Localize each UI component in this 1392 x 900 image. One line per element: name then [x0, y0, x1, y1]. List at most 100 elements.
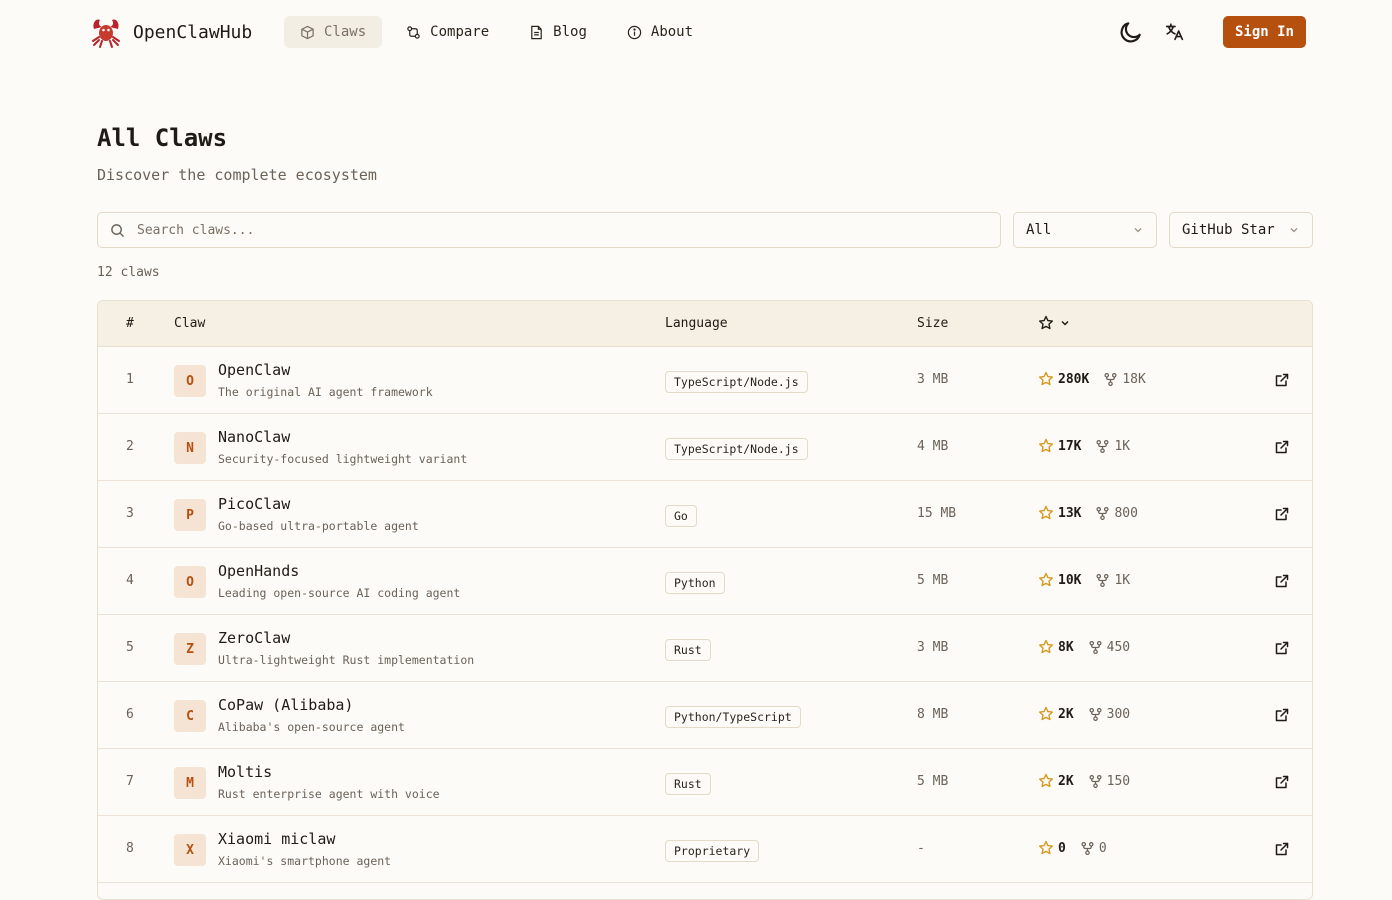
star-icon	[1039, 505, 1053, 520]
external-link-icon[interactable]	[1274, 707, 1290, 723]
claw-name[interactable]: OpenClaw	[218, 361, 290, 379]
col-size: Size	[917, 316, 949, 331]
table-header: # Claw Language Size	[98, 301, 1312, 347]
chevron-down-icon	[1134, 228, 1142, 233]
fork-icon	[1089, 774, 1102, 788]
claw-description: Security-focused lightweight variant	[218, 452, 468, 466]
claw-avatar: X	[174, 834, 206, 866]
moon-icon[interactable]	[1118, 19, 1144, 45]
row-number: 2	[126, 439, 134, 454]
claw-size: 4 MB	[917, 439, 949, 454]
nav-claws-label: Claws	[324, 24, 367, 40]
row-number: 6	[126, 707, 134, 722]
fork-icon	[1096, 439, 1110, 453]
claw-description: Rust enterprise agent with voice	[218, 787, 440, 801]
external-link-icon[interactable]	[1274, 506, 1290, 522]
language-badge: TypeScript/Node.js	[665, 438, 808, 460]
external-link-icon[interactable]	[1274, 439, 1290, 455]
external-link-icon[interactable]	[1274, 573, 1290, 589]
nav-about[interactable]: About	[611, 16, 709, 48]
star-icon	[1039, 371, 1053, 386]
fork-count: 0	[1098, 840, 1107, 856]
translate-icon[interactable]	[1164, 21, 1186, 43]
fork-icon	[1096, 573, 1110, 587]
star-count: 0	[1058, 840, 1066, 856]
language-badge: TypeScript/Node.js	[665, 371, 808, 393]
language-badge: Go	[665, 505, 697, 527]
star-count: 17K	[1058, 438, 1082, 454]
category-select-value: All	[1026, 222, 1052, 238]
table-row[interactable]: 7 M Moltis Rust enterprise agent with vo…	[98, 749, 1312, 816]
table-row[interactable]: 8 X Xiaomi miclaw Xiaomi's smartphone ag…	[98, 816, 1312, 883]
table-row[interactable]: 5 Z ZeroClaw Ultra-lightweight Rust impl…	[98, 615, 1312, 682]
claw-name[interactable]: Xiaomi miclaw	[218, 830, 335, 848]
sign-in-button[interactable]: Sign In	[1223, 16, 1306, 48]
chevron-down-icon	[1061, 320, 1069, 326]
brand-name: OpenClawHub	[133, 21, 253, 43]
claw-name[interactable]: OpenHands	[218, 562, 299, 580]
star-count: 2K	[1058, 773, 1074, 789]
fork-icon	[1089, 640, 1102, 654]
col-stars-sort[interactable]	[1038, 315, 1071, 331]
table-row[interactable]: 3 P PicoClaw Go-based ultra-portable age…	[98, 481, 1312, 548]
repo-stats: 8K 450	[1038, 639, 1130, 655]
claw-name[interactable]: NanoClaw	[218, 428, 290, 446]
fork-icon	[1089, 707, 1102, 721]
claw-description: Ultra-lightweight Rust implementation	[218, 653, 475, 667]
category-select[interactable]: All	[1013, 212, 1157, 248]
claw-avatar: M	[174, 767, 206, 799]
repo-stats: 2K 150	[1038, 773, 1130, 789]
table-row[interactable]: 6 C CoPaw (Alibaba) Alibaba's open-sourc…	[98, 682, 1312, 749]
claw-size: -	[917, 841, 925, 856]
fork-count: 800	[1114, 505, 1138, 521]
nav-claws[interactable]: Claws	[284, 16, 383, 48]
external-link-icon[interactable]	[1274, 640, 1290, 656]
claw-name[interactable]: PicoClaw	[218, 495, 290, 513]
external-link-icon[interactable]	[1274, 774, 1290, 790]
result-count: 12 claws	[97, 265, 160, 280]
table-row[interactable]: 4 O OpenHands Leading open-source AI cod…	[98, 548, 1312, 615]
fork-count: 1K	[1114, 438, 1131, 454]
star-icon	[1039, 773, 1053, 788]
col-language: Language	[665, 316, 728, 331]
search-input[interactable]	[135, 221, 985, 239]
star-count: 2K	[1058, 706, 1074, 722]
external-link-icon[interactable]	[1274, 841, 1290, 857]
main-nav: Claws Compare Blog About	[284, 16, 717, 48]
row-number: 3	[126, 506, 134, 521]
repo-stats: 280K 18K	[1038, 371, 1146, 387]
nav-blog[interactable]: Blog	[513, 16, 603, 48]
fork-count: 450	[1106, 639, 1131, 655]
repo-stats: 17K 1K	[1038, 438, 1130, 454]
box-icon	[301, 25, 314, 39]
nav-compare-label: Compare	[430, 24, 490, 40]
fork-count: 18K	[1122, 371, 1146, 387]
language-badge: Python	[665, 572, 725, 594]
claw-name[interactable]: CoPaw (Alibaba)	[218, 696, 353, 714]
table-row[interactable]: 1 O OpenClaw The original AI agent frame…	[98, 347, 1312, 414]
star-count: 13K	[1058, 505, 1082, 521]
fork-count: 1K	[1114, 572, 1131, 588]
claw-name[interactable]: ZeroClaw	[218, 629, 290, 647]
claw-description: Go-based ultra-portable agent	[218, 519, 419, 533]
repo-stats: 13K 800	[1038, 505, 1138, 521]
claw-name[interactable]: Moltis	[218, 763, 272, 781]
fork-icon	[1104, 372, 1117, 386]
sort-select[interactable]: GitHub Star	[1169, 212, 1313, 248]
repo-stats: 0 0	[1038, 840, 1107, 856]
claw-avatar: O	[174, 566, 206, 598]
table-row[interactable]: 2 N NanoClaw Security-focused lightweigh…	[98, 414, 1312, 481]
top-header: OpenClawHub Claws Compare Blog About Sig…	[0, 0, 1392, 64]
claw-avatar: C	[174, 700, 206, 732]
col-claw: Claw	[174, 316, 206, 331]
claw-size: 15 MB	[917, 506, 957, 521]
row-number: 1	[126, 372, 134, 387]
search-box[interactable]	[97, 212, 1001, 248]
claw-description: Xiaomi's smartphone agent	[218, 854, 392, 868]
brand-logo[interactable]: OpenClawHub	[89, 15, 252, 49]
external-link-icon[interactable]	[1274, 372, 1290, 388]
nav-compare[interactable]: Compare	[390, 16, 505, 48]
claw-description: Leading open-source AI coding agent	[218, 586, 461, 600]
nav-blog-label: Blog	[553, 24, 587, 40]
claw-size: 5 MB	[917, 774, 949, 789]
